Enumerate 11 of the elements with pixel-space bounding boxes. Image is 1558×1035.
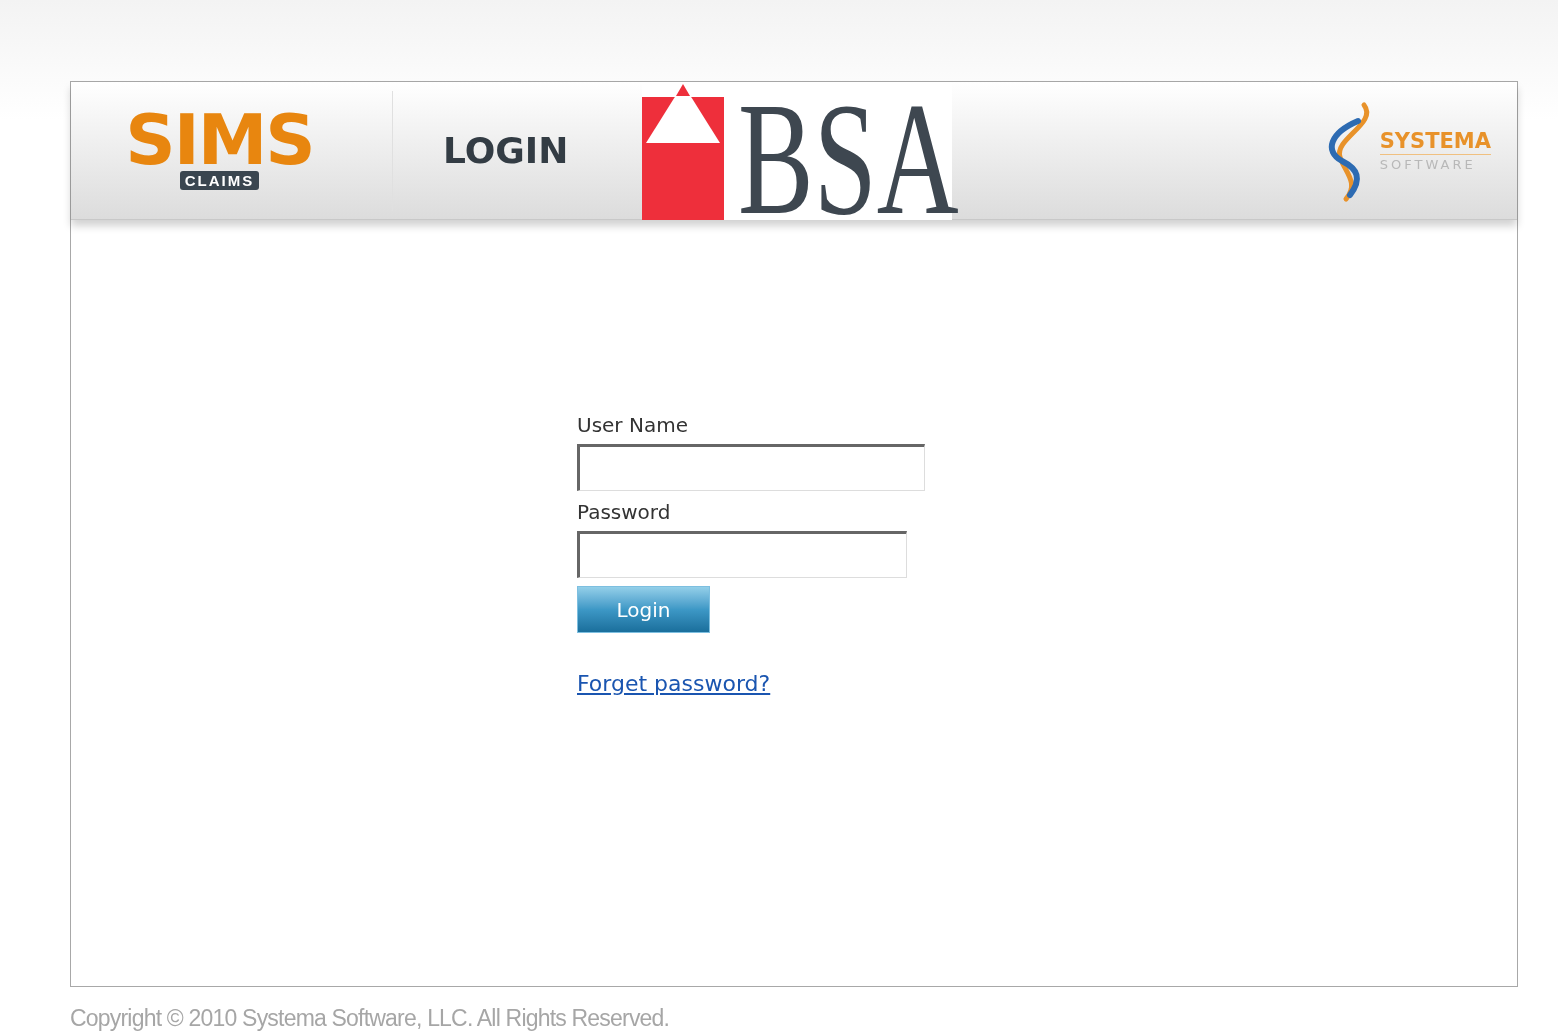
bsa-logo: BSA <box>738 77 959 240</box>
copyright-text: Copyright © 2010 Systema Software, LLC. All Rights Reserved. <box>70 1003 670 1033</box>
username-field[interactable] <box>577 444 925 491</box>
systema-logo: SYSTEMA <box>1379 130 1491 155</box>
field-label: User Name <box>577 412 688 438</box>
forgot-password-link[interactable]: Forget password? <box>577 667 771 700</box>
claims-badge: CLAIMS <box>179 171 260 190</box>
password-field[interactable] <box>577 531 907 578</box>
sims-logo: SIMS <box>125 111 314 169</box>
page-title: LOGIN <box>443 128 569 173</box>
field-label: Password <box>577 499 671 525</box>
